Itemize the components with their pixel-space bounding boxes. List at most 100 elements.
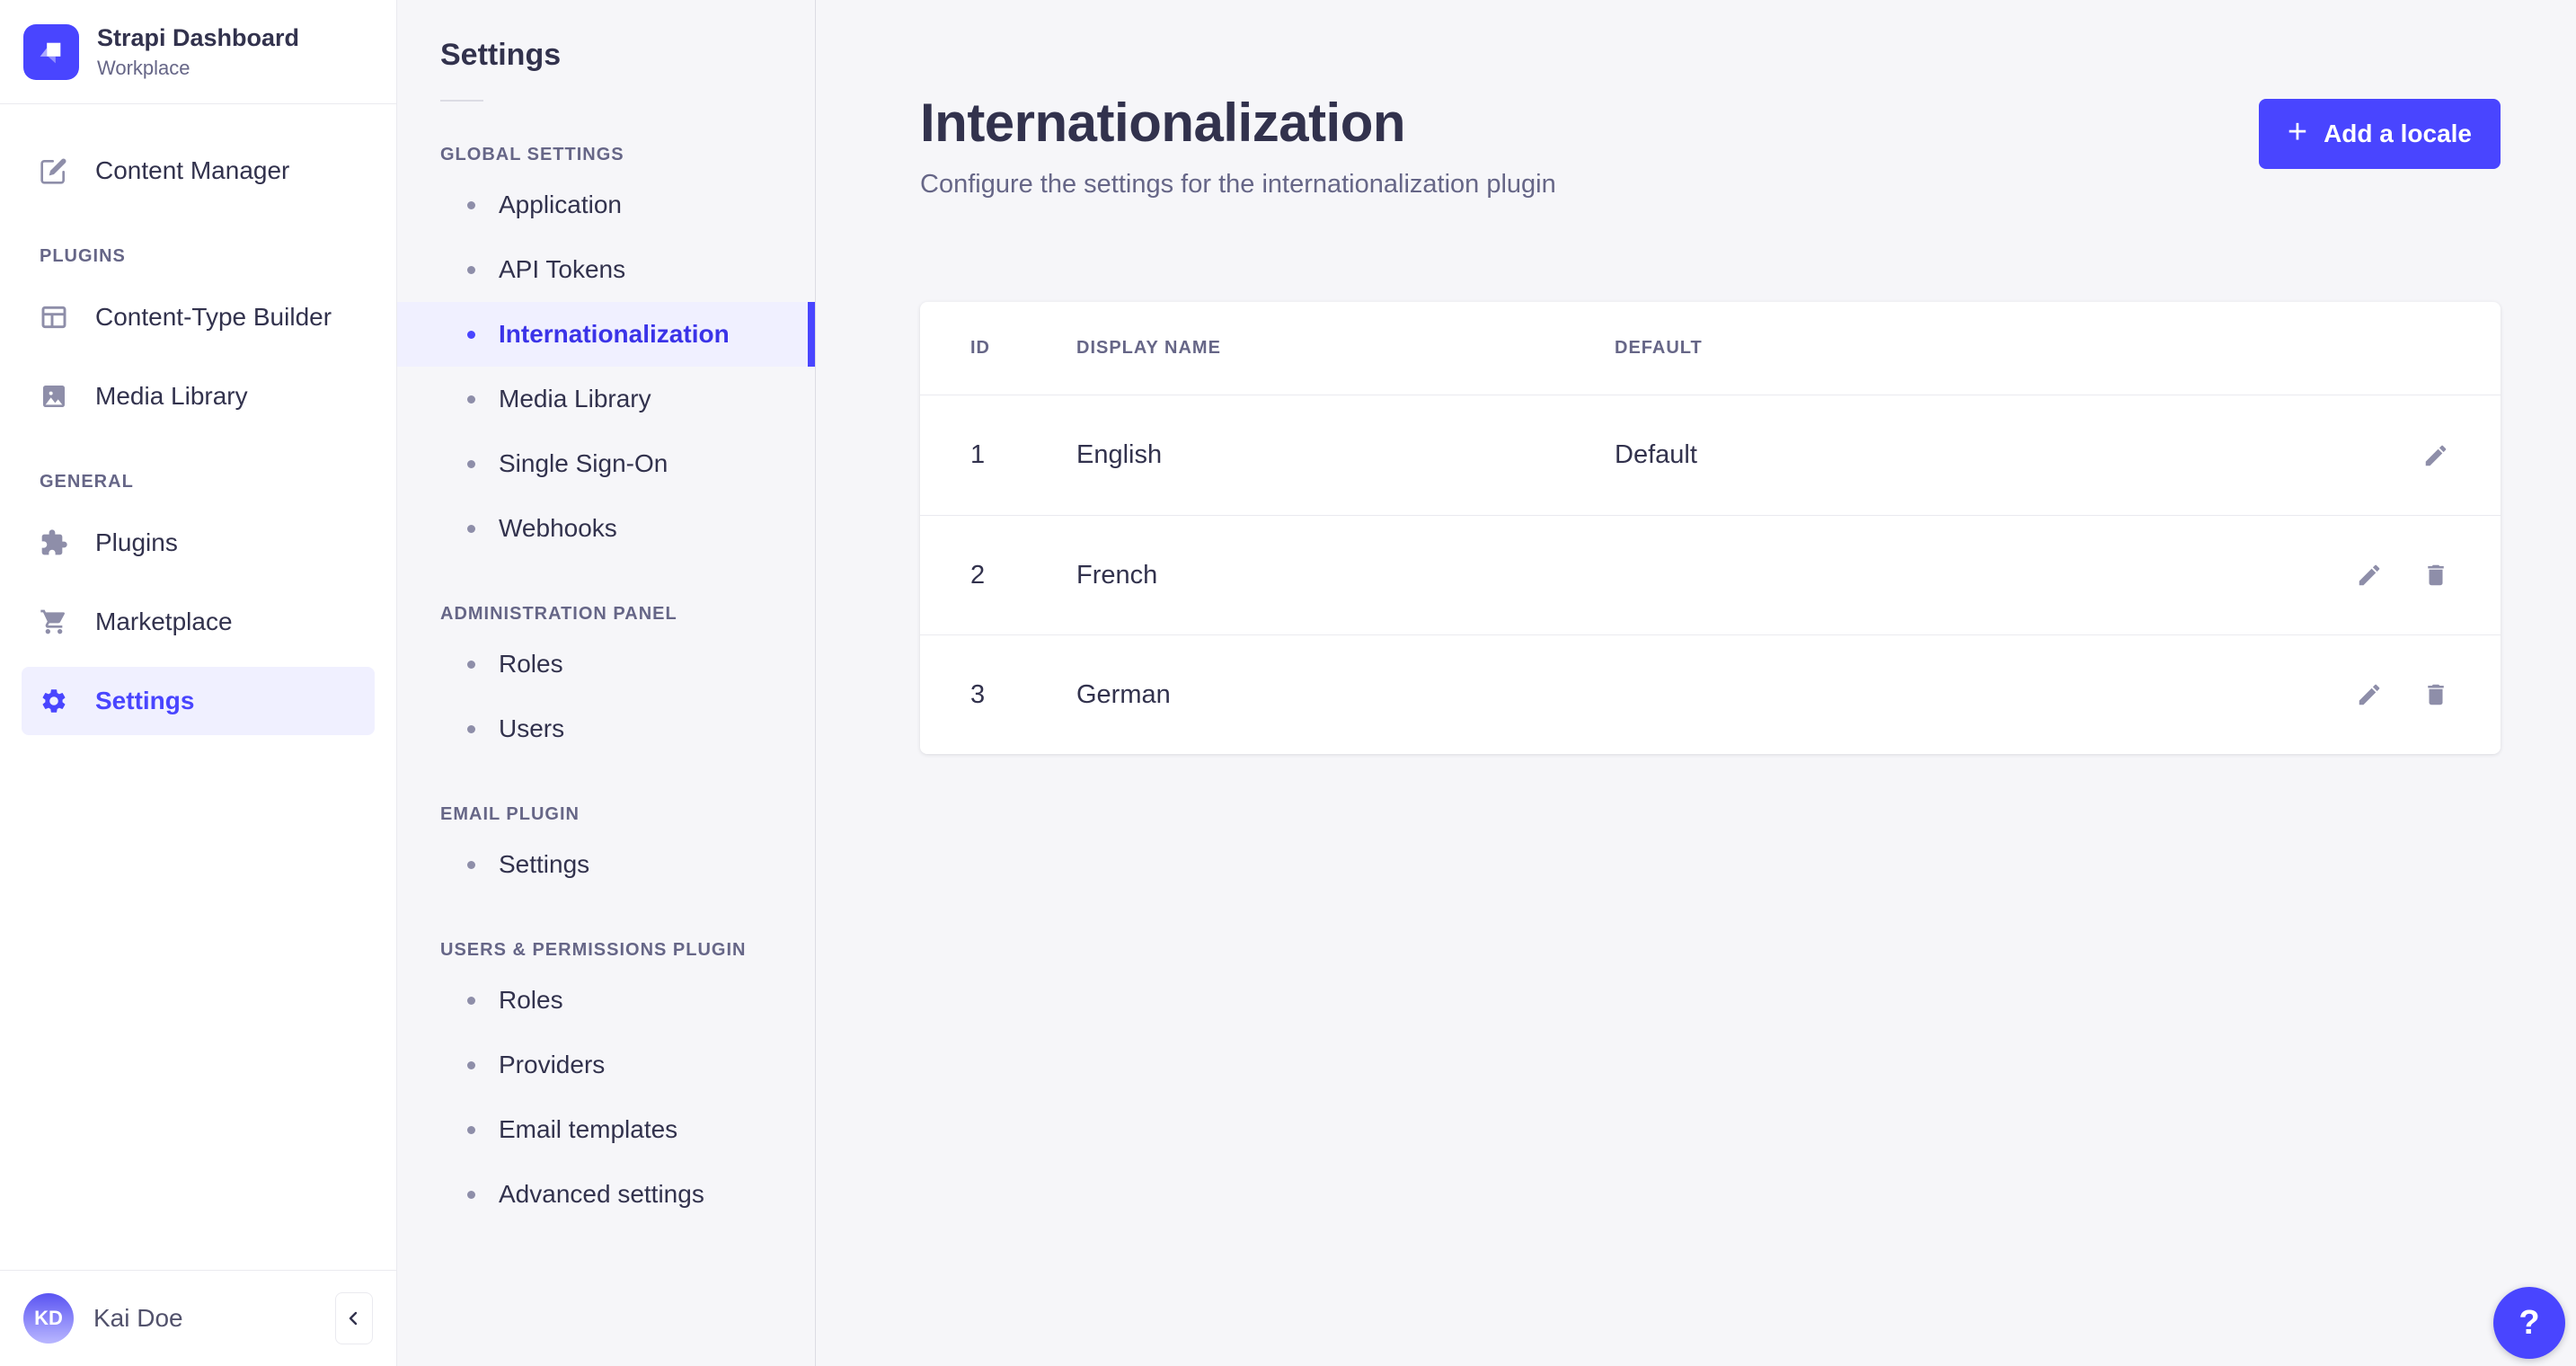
content-type-builder-icon <box>40 303 68 332</box>
bullet-dot-icon <box>467 724 475 733</box>
subnav-section-users-permissions-plugin: USERS & PERMISSIONS PLUGIN Roles Provide… <box>397 940 815 1227</box>
main-sidebar: Strapi Dashboard Workplace Content Manag… <box>0 0 397 1366</box>
subnav-item-label: Roles <box>499 986 563 1014</box>
edit-pencil-icon[interactable] <box>2355 561 2384 590</box>
subnav-item-users[interactable]: Users <box>397 696 815 761</box>
subnav-item-media-library[interactable]: Media Library <box>397 367 815 431</box>
sidebar-item-marketplace[interactable]: Marketplace <box>22 588 375 656</box>
app-root: Strapi Dashboard Workplace Content Manag… <box>0 0 2576 1366</box>
cell-id: 1 <box>970 440 986 469</box>
collapse-sidebar-button[interactable] <box>335 1292 373 1344</box>
add-locale-label: Add a locale <box>2324 120 2472 147</box>
edit-pencil-icon[interactable] <box>2355 680 2384 709</box>
nav-section-plugins: PLUGINS <box>40 246 126 267</box>
delete-trash-icon[interactable] <box>2421 561 2450 590</box>
sidebar-item-label: Content Manager <box>95 156 290 185</box>
subnav-item-label: Advanced settings <box>499 1180 704 1208</box>
sidebar-item-plugins[interactable]: Plugins <box>22 509 375 577</box>
content-manager-icon <box>40 156 68 185</box>
table-row-german: 3 German <box>920 634 2501 754</box>
cell-display-name: English <box>1076 440 1163 469</box>
subnav-item-label: Email templates <box>499 1115 678 1143</box>
plugins-icon <box>40 528 68 557</box>
subnav-item-label: Webhooks <box>499 514 617 542</box>
delete-trash-icon[interactable] <box>2421 680 2450 709</box>
subnav-section-title: EMAIL PLUGIN <box>440 804 580 824</box>
add-locale-button[interactable]: + Add a locale <box>2258 99 2501 169</box>
table-row-french: 2 French <box>920 515 2501 634</box>
cell-default: Default <box>1615 440 1697 469</box>
bullet-dot-icon <box>467 1060 475 1069</box>
brand-subtitle: Workplace <box>97 57 190 80</box>
sidebar-item-settings[interactable]: Settings <box>22 667 375 736</box>
row-actions <box>2226 441 2450 470</box>
marketplace-icon <box>40 608 68 636</box>
subnav-item-roles[interactable]: Roles <box>397 632 815 696</box>
subnav-item-application[interactable]: Application <box>397 173 815 237</box>
help-button[interactable]: ? <box>2493 1287 2565 1359</box>
title-divider <box>440 100 483 102</box>
subnav-item-up-roles[interactable]: Roles <box>397 968 815 1033</box>
subnav-item-label: Single Sign-On <box>499 449 668 477</box>
bullet-dot-icon <box>467 524 475 533</box>
sidebar-item-content-type-builder[interactable]: Content-Type Builder <box>22 283 375 351</box>
user-name: Kai Doe <box>93 1304 183 1332</box>
subnav-item-label: Internationalization <box>499 320 730 348</box>
bullet-dot-icon <box>467 996 475 1005</box>
settings-subnav-title: Settings <box>440 38 562 72</box>
subnav-item-advanced-settings[interactable]: Advanced settings <box>397 1162 815 1227</box>
page-header: Internationalization Configure the setti… <box>920 0 2501 200</box>
column-header-display-name: DISPLAY NAME <box>1076 338 1221 358</box>
cell-display-name: French <box>1076 560 1158 590</box>
row-actions <box>2226 680 2450 709</box>
user-area: KD Kai Doe <box>0 1270 396 1366</box>
row-actions <box>2226 561 2450 590</box>
sidebar-item-content-manager[interactable]: Content Manager <box>22 137 375 205</box>
edit-pencil-icon[interactable] <box>2421 441 2450 470</box>
bullet-dot-icon <box>467 330 475 339</box>
subnav-item-label: Users <box>499 714 565 742</box>
subnav-item-label: Roles <box>499 650 563 678</box>
cell-display-name: German <box>1076 679 1171 709</box>
subnav-section-title: USERS & PERMISSIONS PLUGIN <box>440 940 747 960</box>
workspace-header[interactable]: Strapi Dashboard Workplace <box>0 0 396 105</box>
subnav-item-label: API Tokens <box>499 255 626 283</box>
column-header-id: ID <box>970 338 990 358</box>
subnav-item-internationalization[interactable]: Internationalization <box>397 302 815 367</box>
page-subtitle: Configure the settings for the internati… <box>920 170 1556 199</box>
subnav-section-email-plugin: EMAIL PLUGIN Settings <box>397 804 815 897</box>
subnav-item-api-tokens[interactable]: API Tokens <box>397 237 815 302</box>
chevron-left-icon <box>343 1308 365 1329</box>
subnav-item-single-sign-on[interactable]: Single Sign-On <box>397 431 815 496</box>
subnav-item-label: Application <box>499 191 622 218</box>
subnav-item-email-settings[interactable]: Settings <box>397 832 815 897</box>
bullet-dot-icon <box>467 459 475 468</box>
avatar[interactable]: KD <box>23 1293 74 1344</box>
media-library-icon <box>40 382 68 411</box>
subnav-item-email-templates[interactable]: Email templates <box>397 1097 815 1162</box>
subnav-item-label: Media Library <box>499 385 651 412</box>
column-header-default: DEFAULT <box>1615 338 1703 358</box>
subnav-section-administration-panel: ADMINISTRATION PANEL Roles Users <box>397 604 815 761</box>
subnav-item-label: Providers <box>499 1051 606 1078</box>
bullet-dot-icon <box>467 395 475 404</box>
sidebar-item-label: Media Library <box>95 382 248 411</box>
bullet-dot-icon <box>467 660 475 669</box>
settings-subnav: Settings GLOBAL SETTINGS Application API… <box>397 0 816 1366</box>
cell-id: 2 <box>970 560 986 590</box>
subnav-item-label: Settings <box>499 850 590 878</box>
main-content: Internationalization Configure the setti… <box>816 0 2576 1366</box>
brand-title: Strapi Dashboard <box>97 24 300 51</box>
sidebar-item-media-library[interactable]: Media Library <box>22 362 375 430</box>
settings-gear-icon <box>40 687 68 715</box>
subnav-section-global-settings: GLOBAL SETTINGS Application API Tokens I… <box>397 145 815 561</box>
subnav-item-webhooks[interactable]: Webhooks <box>397 496 815 561</box>
subnav-section-title: ADMINISTRATION PANEL <box>440 604 677 624</box>
sidebar-item-label: Content-Type Builder <box>95 303 332 332</box>
page-title: Internationalization <box>920 93 1406 153</box>
subnav-item-providers[interactable]: Providers <box>397 1033 815 1097</box>
cell-id: 3 <box>970 679 986 709</box>
main-nav: Content Manager PLUGINS Content-Type Bui… <box>0 104 396 1270</box>
nav-section-general: GENERAL <box>40 472 134 492</box>
bullet-dot-icon <box>467 1190 475 1199</box>
